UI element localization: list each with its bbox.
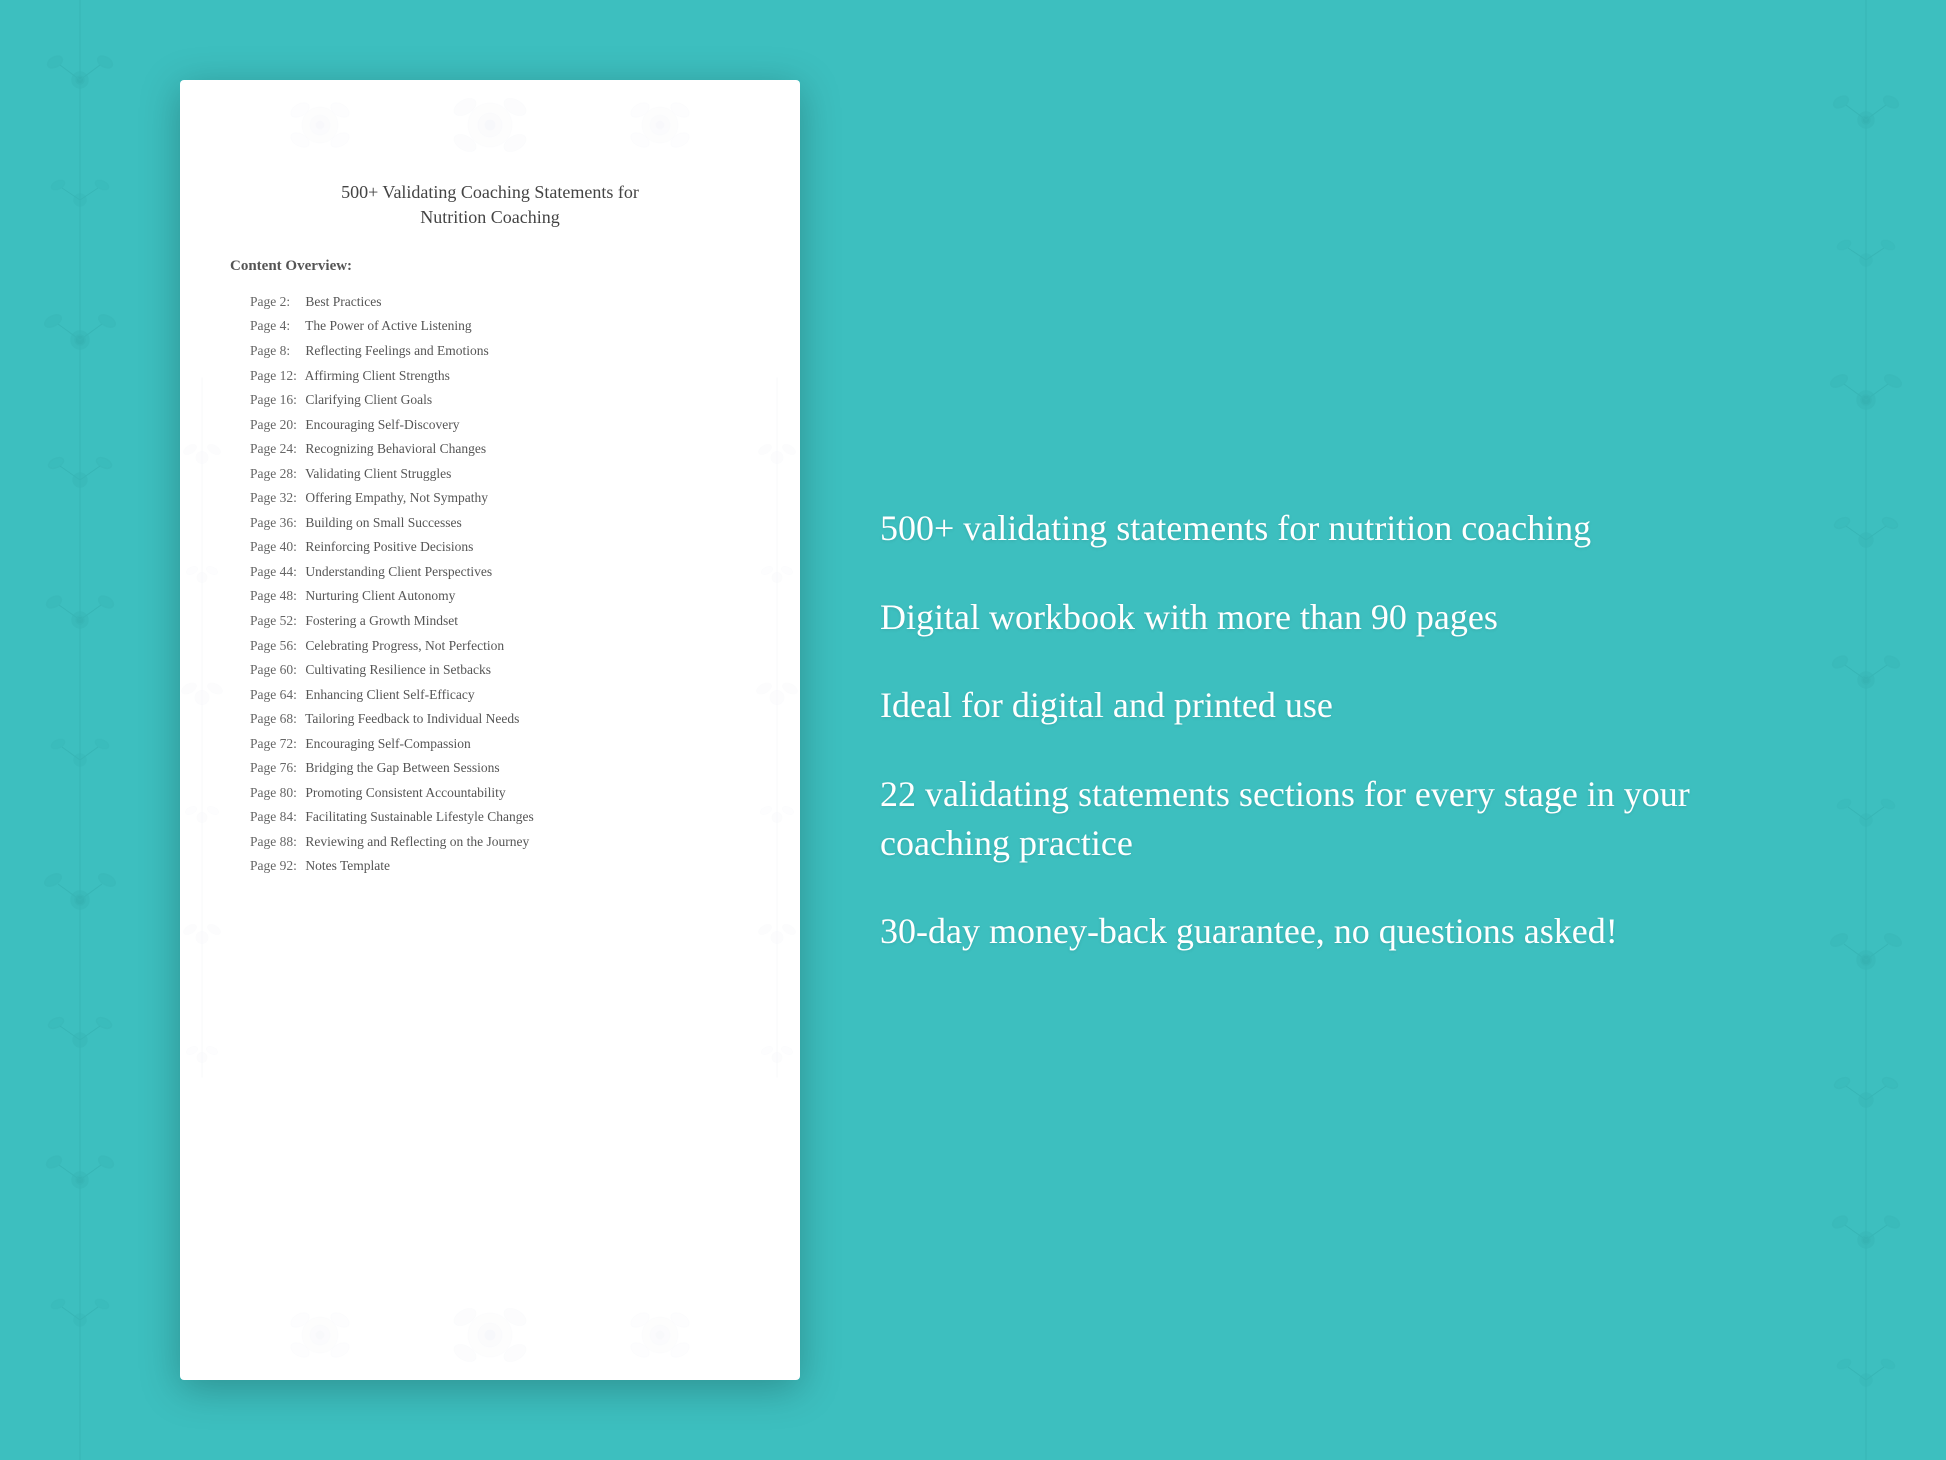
toc-item: Page 80: Promoting Consistent Accountabi… xyxy=(230,780,750,805)
toc-item: Page 68: Tailoring Feedback to Individua… xyxy=(230,707,750,732)
feature-text: 30-day money-back guarantee, no question… xyxy=(880,907,1766,956)
toc-item: Page 84: Facilitating Sustainable Lifest… xyxy=(230,805,750,830)
feature-text: Digital workbook with more than 90 pages xyxy=(880,593,1766,642)
toc-item: Page 56: Celebrating Progress, Not Perfe… xyxy=(230,633,750,658)
doc-pattern-top xyxy=(180,80,800,170)
text-panel: 500+ validating statements for nutrition… xyxy=(860,504,1766,956)
toc-item: Page 28: Validating Client Struggles xyxy=(230,461,750,486)
toc-list: Page 2: Best PracticesPage 4: The Power … xyxy=(230,289,750,878)
toc-item: Page 88: Reviewing and Reflecting on the… xyxy=(230,829,750,854)
toc-item: Page 36: Building on Small Successes xyxy=(230,510,750,535)
main-layout: 500+ Validating Coaching Statements for … xyxy=(0,0,1946,1460)
toc-item: Page 4: The Power of Active Listening xyxy=(230,314,750,339)
toc-item: Page 52: Fostering a Growth Mindset xyxy=(230,608,750,633)
feature-text: 500+ validating statements for nutrition… xyxy=(880,504,1766,553)
toc-item: Page 44: Understanding Client Perspectiv… xyxy=(230,559,750,584)
feature-text: Ideal for digital and printed use xyxy=(880,681,1766,730)
feature-text: 22 validating statements sections for ev… xyxy=(880,770,1766,867)
toc-item: Page 8: Reflecting Feelings and Emotions xyxy=(230,338,750,363)
toc-item: Page 24: Recognizing Behavioral Changes xyxy=(230,437,750,462)
document-title: 500+ Validating Coaching Statements for … xyxy=(341,180,639,230)
toc-item: Page 16: Clarifying Client Goals xyxy=(230,388,750,413)
doc-pattern-side-right xyxy=(755,378,800,1083)
toc-item: Page 12: Affirming Client Strengths xyxy=(230,363,750,388)
toc-item: Page 72: Encouraging Self-Compassion xyxy=(230,731,750,756)
toc-item: Page 32: Offering Empathy, Not Sympathy xyxy=(230,486,750,511)
toc-item: Page 60: Cultivating Resilience in Setba… xyxy=(230,658,750,683)
toc-item: Page 40: Reinforcing Positive Decisions xyxy=(230,535,750,560)
document-panel: 500+ Validating Coaching Statements for … xyxy=(180,80,800,1380)
doc-pattern-bottom xyxy=(180,1290,800,1380)
toc-item: Page 76: Bridging the Gap Between Sessio… xyxy=(230,756,750,781)
toc-item: Page 48: Nurturing Client Autonomy xyxy=(230,584,750,609)
toc-item: Page 64: Enhancing Client Self-Efficacy xyxy=(230,682,750,707)
toc-item: Page 2: Best Practices xyxy=(230,289,750,314)
doc-pattern-side-left xyxy=(180,378,225,1083)
content-overview-label: Content Overview: xyxy=(230,258,352,275)
floral-decoration-left xyxy=(0,0,160,1460)
floral-decoration-right xyxy=(1786,0,1946,1460)
toc-item: Page 20: Encouraging Self-Discovery xyxy=(230,412,750,437)
toc-item: Page 92: Notes Template xyxy=(230,854,750,879)
